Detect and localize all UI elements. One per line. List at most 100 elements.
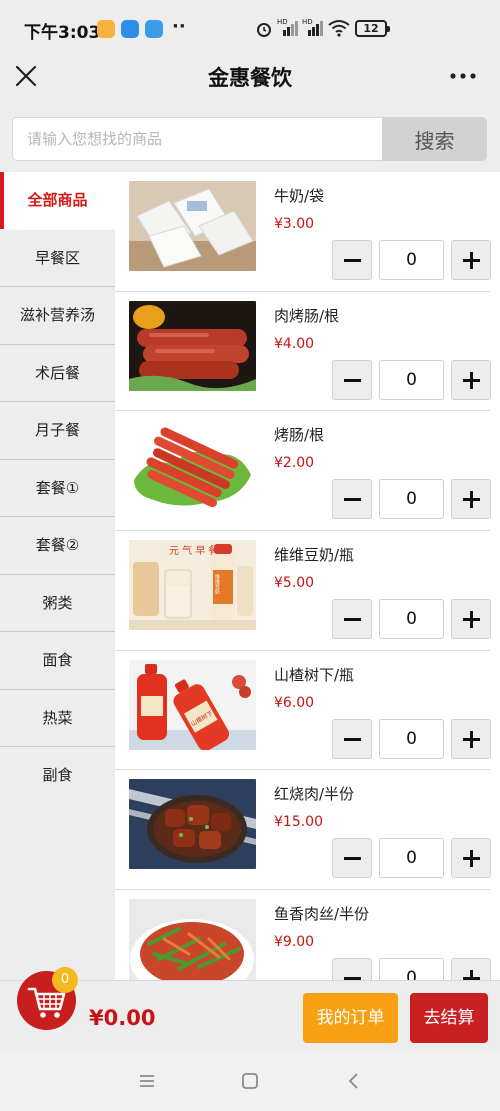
my-orders-button[interactable]: 我的订单	[303, 993, 398, 1043]
product-name: 烤肠/根	[274, 426, 325, 445]
quantity-input[interactable]: 0	[379, 958, 444, 980]
quantity-stepper: 0	[332, 359, 491, 400]
quantity-input[interactable]: 0	[379, 359, 444, 400]
message-app-icon	[97, 20, 115, 38]
product-name: 山楂树下/瓶	[274, 665, 355, 684]
product-item: 山楂树下 山楂树下/瓶 ¥6.00 0	[115, 651, 491, 771]
category-item-side-food[interactable]: 副食	[0, 747, 115, 805]
product-price: ¥5.00	[274, 575, 315, 592]
battery-level: 12	[363, 22, 379, 35]
product-price: ¥15.00	[274, 814, 323, 831]
category-item-hot-dishes[interactable]: 热菜	[0, 690, 115, 747]
increase-button[interactable]	[451, 479, 491, 520]
title-bar: 金惠餐饮	[0, 56, 500, 106]
product-price: ¥9.00	[274, 934, 315, 951]
product-item: 红烧肉/半份 ¥15.00 0	[115, 770, 491, 891]
grilled-sausage-image[interactable]	[129, 420, 256, 511]
increase-button[interactable]	[451, 718, 491, 759]
search-input[interactable]	[12, 117, 384, 161]
product-price: ¥4.00	[274, 335, 315, 352]
category-item-soup[interactable]: 滋补营养汤	[0, 287, 115, 345]
category-item-set-meal-1[interactable]: 套餐①	[0, 460, 115, 517]
product-item: 鱼香肉丝/半份 ¥9.00 0	[115, 890, 491, 980]
product-name: 牛奶/袋	[274, 187, 325, 205]
increase-button[interactable]	[451, 599, 491, 640]
network-label-2: HD	[302, 18, 313, 26]
signal-icon-2: HD	[302, 18, 323, 36]
more-icon[interactable]	[448, 62, 478, 90]
decrease-button[interactable]	[332, 838, 372, 879]
decrease-button[interactable]	[332, 240, 372, 280]
wifi-icon	[328, 20, 350, 37]
decrease-button[interactable]	[332, 958, 372, 980]
category-item-porridge[interactable]: 粥类	[0, 575, 115, 632]
quantity-stepper: 0	[332, 718, 491, 759]
product-list: 牛奶/袋 ¥3.00 0 肉烤肠/根 ¥4.00 0 烤肠/根 ¥2.00 0 …	[115, 172, 500, 980]
home-icon[interactable]	[238, 1069, 262, 1093]
checkout-button[interactable]: 去结算	[410, 993, 488, 1043]
decrease-button[interactable]	[332, 718, 372, 759]
shredded-pork-image[interactable]	[129, 899, 256, 980]
alarm-icon	[257, 23, 271, 37]
quantity-stepper: 0	[332, 479, 491, 520]
category-item-set-meal-2[interactable]: 套餐②	[0, 517, 115, 575]
quantity-input[interactable]: 0	[379, 599, 444, 640]
page-title: 金惠餐饮	[208, 66, 292, 90]
weather-app-icon	[145, 20, 163, 38]
search-bar: 搜索	[0, 106, 500, 172]
quantity-input[interactable]: 0	[379, 718, 444, 759]
hawthorn-drink-image[interactable]: 山楂树下	[129, 659, 256, 750]
product-item: 元 气 早 餐 维维豆奶 维维豆奶/瓶 ¥5.00 0	[115, 531, 491, 651]
decrease-button[interactable]	[332, 479, 372, 520]
system-nav-bar	[0, 1052, 500, 1111]
quantity-stepper: 0	[332, 838, 491, 879]
decrease-button[interactable]	[332, 599, 372, 640]
quantity-stepper: 0	[332, 240, 491, 280]
more-notifications-icon: ··	[172, 16, 186, 37]
increase-button[interactable]	[451, 958, 491, 980]
signal-icon-1: HD	[277, 18, 298, 36]
network-label-1: HD	[277, 18, 288, 26]
category-item-post-surgery[interactable]: 术后餐	[0, 345, 115, 402]
product-item: 烤肠/根 ¥2.00 0	[115, 411, 491, 532]
quantity-input[interactable]: 0	[379, 838, 444, 879]
cart-bar: 0 ¥0.00 我的订单 去结算	[0, 967, 500, 1052]
product-price: ¥2.00	[274, 455, 315, 472]
category-item-breakfast[interactable]: 早餐区	[0, 230, 115, 287]
category-item-all[interactable]: 全部商品	[0, 172, 115, 230]
product-name: 鱼香肉丝/半份	[274, 905, 370, 924]
product-item: 牛奶/袋 ¥3.00 0	[115, 172, 491, 292]
product-name: 红烧肉/半份	[274, 785, 355, 804]
status-time: 下午3:03	[24, 23, 101, 43]
back-icon[interactable]	[342, 1069, 366, 1093]
cart-count-badge: 0	[52, 967, 78, 993]
category-sidebar: 全部商品 早餐区 滋补营养汤 术后餐 月子餐 套餐① 套餐② 粥类 面食 热菜 …	[0, 172, 115, 980]
braised-pork-image[interactable]	[129, 779, 256, 870]
soy-milk-image[interactable]: 元 气 早 餐 维维豆奶	[129, 540, 256, 631]
quantity-input[interactable]: 0	[379, 240, 444, 280]
quantity-input[interactable]: 0	[379, 479, 444, 520]
decrease-button[interactable]	[332, 359, 372, 400]
quantity-stepper: 0	[332, 958, 491, 980]
increase-button[interactable]	[451, 240, 491, 280]
soy-milk-banner-text: 元 气 早 餐	[169, 544, 219, 557]
cart-total: ¥0.00	[89, 1006, 156, 1030]
product-name: 肉烤肠/根	[274, 306, 340, 325]
soy-milk-bottle-text: 维维豆奶	[214, 573, 220, 595]
increase-button[interactable]	[451, 359, 491, 400]
meat-sausage-image[interactable]	[129, 300, 256, 391]
battery-icon: 12	[355, 20, 390, 37]
increase-button[interactable]	[451, 838, 491, 879]
category-item-noodles[interactable]: 面食	[0, 632, 115, 690]
cloud-app-icon	[121, 20, 139, 38]
quantity-stepper: 0	[332, 599, 491, 640]
status-bar: 下午3:03 ·· HD HD 12	[0, 0, 500, 56]
category-item-confinement[interactable]: 月子餐	[0, 402, 115, 460]
menu-icon[interactable]	[135, 1069, 159, 1093]
search-button[interactable]: 搜索	[382, 117, 487, 161]
milk-bag-image[interactable]	[129, 181, 256, 271]
product-item: 肉烤肠/根 ¥4.00 0	[115, 292, 491, 412]
product-name: 维维豆奶/瓶	[274, 546, 355, 565]
product-price: ¥3.00	[274, 216, 315, 232]
product-price: ¥6.00	[274, 694, 315, 711]
